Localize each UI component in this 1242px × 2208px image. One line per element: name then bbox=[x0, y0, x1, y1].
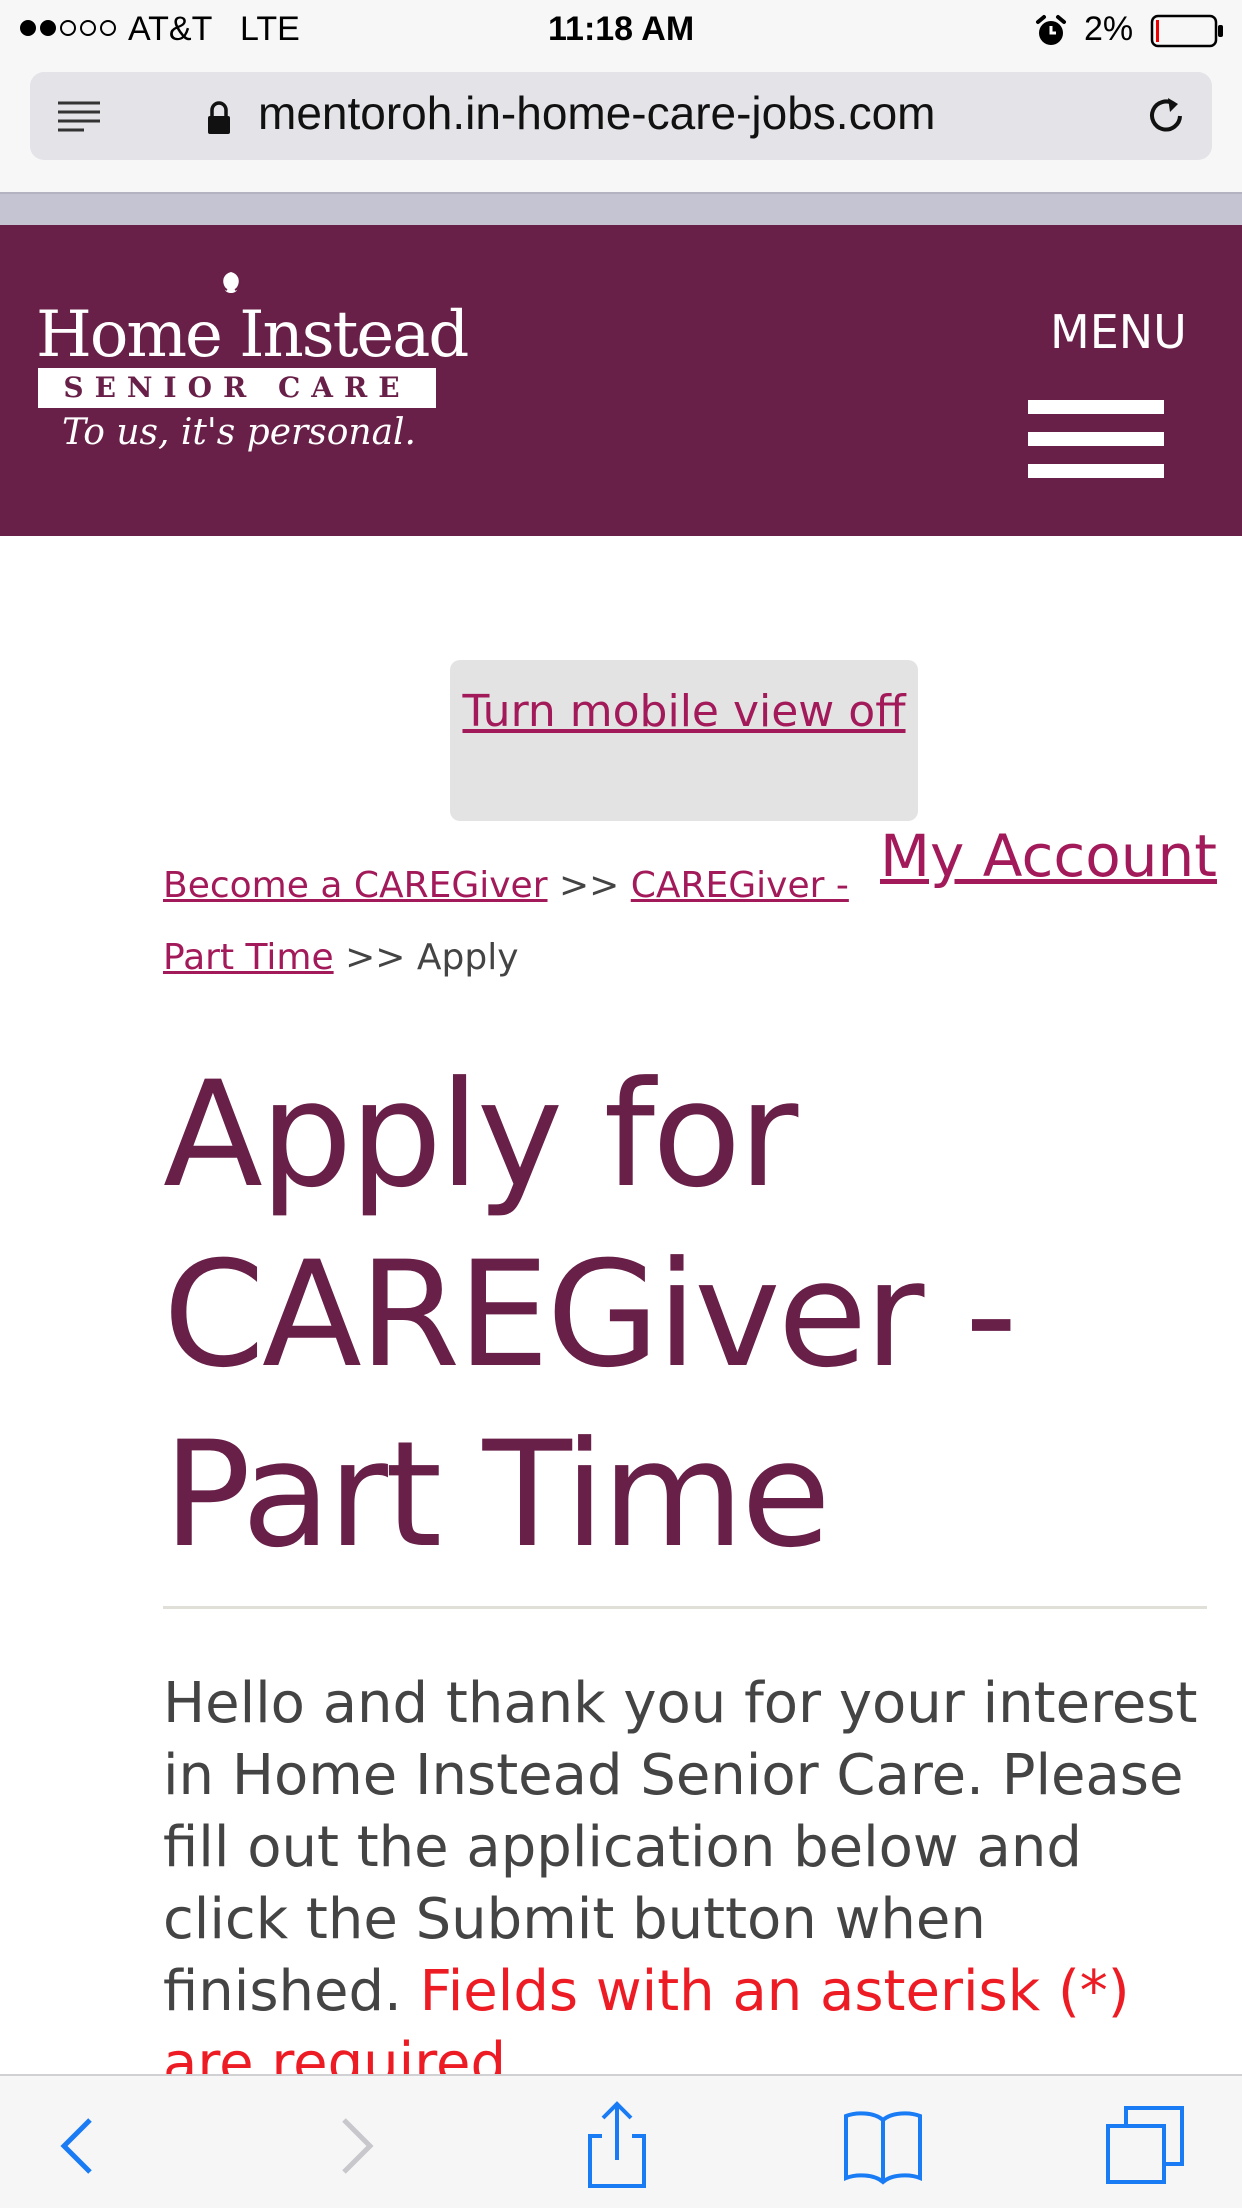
menu-label[interactable]: MENU bbox=[1050, 305, 1187, 359]
breadcrumb-current: Apply bbox=[416, 937, 519, 978]
battery-percent: 2% bbox=[1084, 10, 1134, 48]
breadcrumb-become-caregiver-link[interactable]: Become a CAREGiver bbox=[163, 865, 548, 906]
lock-icon bbox=[208, 101, 230, 134]
mobile-view-toggle-label: Turn mobile view off bbox=[462, 686, 906, 737]
forward-icon[interactable] bbox=[310, 2100, 400, 2190]
url-text[interactable]: mentoroh.in-home-care-jobs.com bbox=[258, 86, 936, 140]
browser-divider bbox=[0, 192, 1242, 225]
clock: 11:18 AM bbox=[548, 10, 695, 48]
battery-icon bbox=[1150, 14, 1223, 48]
my-account-link[interactable]: My Account bbox=[880, 822, 1217, 890]
bookmarks-icon[interactable] bbox=[838, 2100, 928, 2190]
title-divider bbox=[163, 1606, 1207, 1609]
breadcrumb: Become a CAREGiver >> CAREGiver - Part T… bbox=[163, 850, 873, 994]
network-label: LTE bbox=[240, 10, 300, 48]
share-icon[interactable] bbox=[572, 2100, 662, 2190]
carrier-label: AT&T bbox=[128, 10, 213, 48]
mobile-view-toggle-button[interactable]: Turn mobile view off bbox=[450, 660, 918, 821]
alarm-icon bbox=[1036, 15, 1066, 45]
page-title: Apply for CAREGiver - Part Time bbox=[163, 1050, 1018, 1580]
breadcrumb-separator: >> bbox=[345, 937, 406, 978]
intro-paragraph: Hello and thank you for your interest in… bbox=[163, 1668, 1213, 2078]
logo-subtitle: SENIOR CARE bbox=[63, 371, 411, 404]
tabs-icon[interactable] bbox=[1104, 2100, 1194, 2190]
reload-icon[interactable] bbox=[1144, 94, 1188, 138]
back-icon[interactable] bbox=[34, 2100, 124, 2190]
breadcrumb-separator: >> bbox=[558, 865, 620, 906]
signal-strength-icon bbox=[20, 20, 120, 40]
logo-wordmark[interactable]: Home Instead bbox=[36, 298, 469, 372]
logo-tagline: To us, it's personal. bbox=[62, 412, 416, 453]
reader-view-icon[interactable] bbox=[56, 100, 102, 134]
hamburger-menu-icon[interactable] bbox=[1028, 400, 1164, 480]
